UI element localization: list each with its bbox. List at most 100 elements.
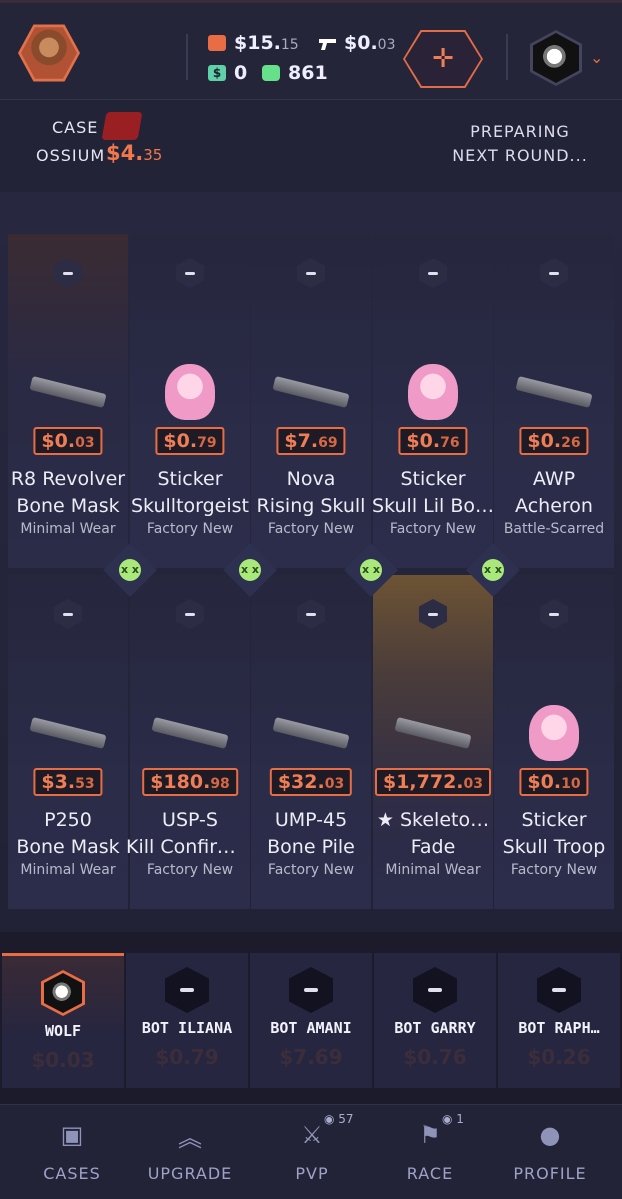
- item-name: R8 Revolver: [10, 468, 126, 490]
- item-price: $3.53: [33, 768, 103, 796]
- double-chevron-up-icon: ︽: [178, 1123, 202, 1152]
- top-bar: [0, 0, 622, 100]
- points-icon: [262, 65, 280, 81]
- gun-balance: $0. 03: [318, 32, 396, 54]
- case-label: CASE: [52, 118, 99, 137]
- case-icon: [101, 112, 143, 140]
- item-wear: Factory New: [389, 521, 477, 537]
- item-image: [148, 362, 232, 422]
- player-badge-icon: [297, 258, 325, 288]
- chevron-down-icon[interactable]: ⌄: [590, 48, 603, 67]
- nav-label: UPGRADE: [147, 1164, 233, 1183]
- briefcase-icon: ▣: [60, 1121, 84, 1149]
- item-name: AWP: [532, 468, 576, 490]
- smile-icon: x x: [239, 559, 261, 581]
- item-wear: Minimal Wear: [385, 862, 481, 878]
- wallet-icon: [208, 35, 226, 51]
- item-price: $0.76: [398, 427, 468, 455]
- player-name: BOT AMANI: [270, 1019, 352, 1037]
- item-wear: Factory New: [146, 521, 234, 537]
- item-wear: Factory New: [267, 521, 355, 537]
- item-image: [269, 703, 353, 763]
- divider: [506, 34, 508, 80]
- divider: [186, 34, 188, 80]
- drop-card[interactable]: $0.03 R8 Revolver Bone Mask Minimal Wear: [8, 234, 128, 568]
- nav-label: CASES: [43, 1164, 101, 1183]
- item-image: [512, 362, 596, 422]
- drop-card[interactable]: $7.69 Nova Rising Skull Factory New: [251, 234, 371, 568]
- smile-icon: x x: [482, 559, 504, 581]
- player-badge-icon: [419, 599, 447, 629]
- drop-card[interactable]: $0.10 Sticker Skull Troop Factory New: [494, 575, 614, 909]
- player-total: $0.26: [527, 1045, 591, 1069]
- item-name: Nova: [286, 468, 336, 490]
- player-total: $0.79: [155, 1045, 219, 1069]
- pistol-icon: [318, 35, 336, 51]
- case-name: OSSIUM: [36, 146, 106, 165]
- nav-upgrade[interactable]: ︽ UPGRADE: [128, 1118, 252, 1184]
- player-badge-icon: [540, 258, 568, 288]
- nav-label: RACE: [406, 1164, 454, 1183]
- cash-balance: $ 0: [208, 62, 247, 84]
- nav-label: PROFILE: [513, 1164, 587, 1183]
- nav-pvp[interactable]: ⚔ PVP: [250, 1118, 374, 1183]
- item-wear: Factory New: [146, 862, 234, 878]
- drop-card[interactable]: $0.79 Sticker Skulltorgeist Factory New: [130, 234, 250, 568]
- player-name: BOT GARRY: [394, 1019, 476, 1037]
- item-skin: Rising Skull: [256, 495, 366, 517]
- bot-avatar-icon: [165, 967, 209, 1013]
- wolf-icon: [540, 42, 572, 74]
- player-total: $0.76: [403, 1045, 467, 1069]
- player-slot[interactable]: BOT ILIANA $0.79: [126, 953, 248, 1088]
- item-price: $180.98: [142, 768, 238, 796]
- item-skin: Acheron: [515, 495, 593, 517]
- drop-card[interactable]: $1,772.03 ★ Skeleto… Fade Minimal Wear: [373, 575, 493, 909]
- item-name: ★ Skeleto…: [376, 809, 490, 831]
- item-name: P250: [44, 809, 92, 831]
- item-skin: Skulltorgeist: [130, 495, 249, 517]
- player-badge-icon: [54, 599, 82, 629]
- item-wear: Battle-Scarred: [503, 521, 605, 537]
- points-balance: 861: [262, 62, 328, 84]
- player-badge-icon: [419, 258, 447, 288]
- bot-avatar-icon: [537, 967, 581, 1013]
- item-price: $32.03: [269, 768, 353, 796]
- player-name: BOT RAPH…: [518, 1019, 600, 1037]
- item-wear: Factory New: [510, 862, 598, 878]
- wallet-balance: $15. 15: [208, 32, 299, 54]
- case-price: $4.35: [106, 141, 163, 165]
- player-slot[interactable]: BOT RAPH… $0.26: [498, 953, 620, 1088]
- item-price: $0.03: [33, 427, 103, 455]
- nav-profile[interactable]: ● PROFILE: [488, 1118, 612, 1183]
- item-wear: Factory New: [267, 862, 355, 878]
- player-badge-icon: [540, 599, 568, 629]
- drop-card[interactable]: $32.03 UMP-45 Bone Pile Factory New: [251, 575, 371, 909]
- drop-card[interactable]: $3.53 P250 Bone Mask Minimal Wear: [8, 575, 128, 909]
- item-price: $0.10: [519, 768, 589, 796]
- item-skin: Bone Mask: [16, 495, 120, 517]
- player-name: WOLF: [44, 1022, 82, 1040]
- item-image: [148, 703, 232, 763]
- item-price: $1,772.03: [374, 768, 492, 796]
- item-skin: Bone Mask: [16, 836, 120, 858]
- item-price: $0.26: [519, 427, 589, 455]
- player-slot[interactable]: BOT GARRY $0.76: [374, 953, 496, 1088]
- item-skin: Skull Lil Bo…: [372, 495, 494, 517]
- drop-card[interactable]: $0.26 AWP Acheron Battle-Scarred: [494, 234, 614, 568]
- player-slot[interactable]: WOLF $0.03: [2, 953, 124, 1088]
- nav-race[interactable]: ⚑ RACE: [368, 1118, 492, 1183]
- nav-cases[interactable]: ▣ CASES: [10, 1118, 134, 1183]
- item-image: [269, 362, 353, 422]
- viewers-count-badge: ◉ 57: [324, 1112, 354, 1126]
- drop-card[interactable]: $180.98 USP-S Kill Confirm… Factory New: [126, 575, 254, 909]
- smile-icon: x x: [360, 559, 382, 581]
- bot-avatar-icon: [413, 967, 457, 1013]
- item-name: UMP-45: [274, 809, 348, 831]
- player-total: $0.03: [31, 1048, 95, 1072]
- item-image: [26, 362, 110, 422]
- player-slot[interactable]: BOT AMANI $7.69: [250, 953, 372, 1088]
- crosshair-plus-icon: ✛: [405, 32, 481, 86]
- drop-card[interactable]: $0.76 Sticker Skull Lil Bo… Factory New: [372, 234, 494, 568]
- top-accent: [0, 0, 622, 3]
- item-image: [26, 703, 110, 763]
